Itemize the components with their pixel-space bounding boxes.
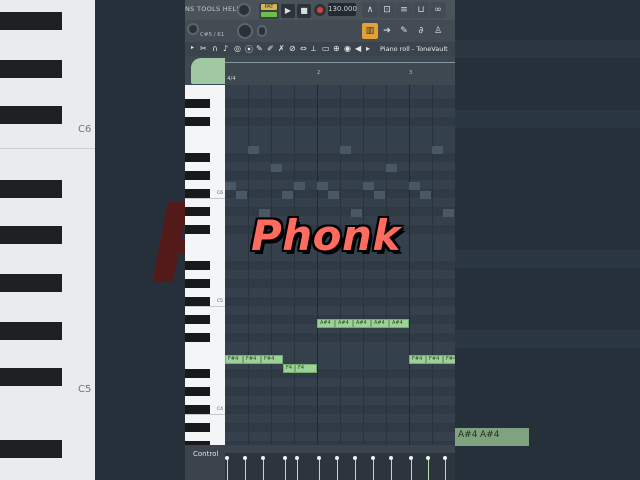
link-icon[interactable]: ∂ xyxy=(413,23,429,39)
wrench-icon[interactable]: ✂ xyxy=(200,44,207,53)
tempo-display[interactable]: 130.000 xyxy=(328,3,357,16)
note-fs4[interactable]: F#4 xyxy=(225,355,243,364)
channel-indicator xyxy=(191,58,225,84)
select-icon[interactable]: ▭ xyxy=(322,44,330,53)
note-as4[interactable]: A#4 xyxy=(389,319,409,328)
countdown-icon[interactable]: ≡ xyxy=(396,2,412,18)
background-label-c6: C6 xyxy=(78,124,92,135)
background-note: A#4 xyxy=(477,428,529,446)
playback-tool-icon[interactable]: ◉ xyxy=(344,44,351,53)
control-dropdown[interactable]: Control xyxy=(193,450,218,458)
playlist-icon[interactable]: ➔ xyxy=(379,23,395,39)
delete-icon[interactable]: ✗ xyxy=(278,44,285,53)
magnet-icon[interactable]: ∩ xyxy=(212,44,218,53)
loop-range-line xyxy=(225,62,455,63)
note-fs4[interactable]: F#4 xyxy=(261,355,283,364)
ghost-note xyxy=(409,182,420,190)
note-fs4[interactable]: F#4 xyxy=(426,355,443,364)
piano-keyboard[interactable]: C6 C5 C4 xyxy=(185,85,225,450)
note-f4[interactable]: F4 xyxy=(295,364,317,373)
ghost-note xyxy=(248,146,259,154)
ghost-note xyxy=(340,146,351,154)
overlay-title: Phonk xyxy=(251,211,401,260)
ghost-note xyxy=(443,209,454,217)
arrow-icon[interactable]: ▸ xyxy=(366,44,370,53)
mute-icon[interactable]: ⊘ xyxy=(289,44,296,53)
ghost-note xyxy=(374,191,385,199)
stamp-icon[interactable]: ⦿ xyxy=(245,44,253,55)
ghost-note xyxy=(432,146,443,154)
note-fs4[interactable]: F#4 xyxy=(443,355,455,364)
bar-marker: 2 xyxy=(317,70,321,76)
timeline-ruler[interactable]: 2 3 xyxy=(225,56,455,85)
piano-roll-title: Piano roll - ToneVault xyxy=(380,45,448,53)
speaker-icon[interactable]: ◀ xyxy=(355,44,361,53)
key-label-c5: C5 xyxy=(217,299,224,304)
note-as4[interactable]: A#4 xyxy=(353,319,371,328)
plugin-icon[interactable]: ♙ xyxy=(430,23,446,39)
pattern-song-toggle[interactable]: PAT xyxy=(259,3,279,19)
pitch-knob[interactable] xyxy=(187,23,199,35)
note-fs4[interactable]: F#4 xyxy=(409,355,426,364)
ghost-note xyxy=(236,191,247,199)
pencil-icon[interactable]: ✎ xyxy=(256,44,263,53)
song-mode-indicator xyxy=(261,12,277,17)
note-grid[interactable]: A#4 A#4 A#4 A#4 A#4 F#4 F#4 F#4 F#4 F#4 … xyxy=(225,85,455,445)
background-label-c5: C5 xyxy=(78,384,92,395)
piano-roll-icon[interactable]: ▥ xyxy=(362,23,378,39)
ghost-note xyxy=(294,182,305,190)
ghost-note xyxy=(282,191,293,199)
note-as4[interactable]: A#4 xyxy=(371,319,389,328)
piano-roll-toolbar: ▸ ✂ ∩ ♪ ◎ ⦿ ✎ ✐ ✗ ⊘ ⇔ ⟂ ▭ ⊕ ◉ ◀ ▸ Piano … xyxy=(185,42,455,56)
secondary-toolbar: C#5 / 61 ▥ ➔ ✎ ∂ ♙ xyxy=(185,20,455,42)
note-fs4[interactable]: F#4 xyxy=(243,355,261,364)
note-f4[interactable]: F4 xyxy=(283,364,295,373)
note-as4[interactable]: A#4 xyxy=(317,319,335,328)
background-piano-keys: C6 C5 xyxy=(0,0,95,480)
paint-icon[interactable]: ✐ xyxy=(267,44,274,53)
key-label-c6: C6 xyxy=(217,191,224,196)
pattern-mode-label: PAT xyxy=(261,4,277,10)
playback-icon[interactable]: ♪ xyxy=(223,44,228,53)
record-button[interactable] xyxy=(314,4,326,16)
ghost-note xyxy=(420,191,431,199)
slice-icon[interactable]: ⟂ xyxy=(311,44,316,54)
ruler-corner xyxy=(185,56,225,85)
recording-options-icon[interactable]: ⊡ xyxy=(379,2,395,18)
hint-note-readout: C#5 / 61 xyxy=(200,32,225,38)
target-icon[interactable]: ◎ xyxy=(234,44,241,53)
brush-icon[interactable]: ✎ xyxy=(396,23,412,39)
options-arrow-icon[interactable]: ▸ xyxy=(191,44,194,51)
ghost-note xyxy=(225,182,236,190)
step-edit-icon[interactable]: ⊔ xyxy=(413,2,429,18)
metronome-icon[interactable]: ∧ xyxy=(362,2,378,18)
bar-marker: 3 xyxy=(409,70,413,76)
ghost-note xyxy=(328,191,339,199)
velocity-lane[interactable] xyxy=(225,453,455,480)
microphone-icon[interactable] xyxy=(257,25,267,37)
stop-button[interactable]: ■ xyxy=(297,4,311,18)
ghost-note xyxy=(317,182,328,190)
menu-bar[interactable]: NS TOOLS HELP xyxy=(185,5,241,13)
event-editor: Control xyxy=(185,445,455,480)
key-label-c4: C4 xyxy=(217,407,224,412)
play-button[interactable]: ▶ xyxy=(281,4,295,18)
ghost-note xyxy=(271,164,282,172)
time-signature: 4/4 xyxy=(227,76,236,82)
ghost-note xyxy=(363,182,374,190)
loop-record-icon[interactable]: ∞ xyxy=(430,2,446,18)
slip-icon[interactable]: ⇔ xyxy=(300,44,307,53)
zoom-icon[interactable]: ⊕ xyxy=(333,44,340,53)
main-pitch-knob[interactable] xyxy=(237,23,253,39)
note-as4[interactable]: A#4 xyxy=(335,319,353,328)
ghost-note xyxy=(386,164,397,172)
background-note: A#4 xyxy=(455,428,477,446)
top-toolbar: NS TOOLS HELP PAT ▶ ■ 130.000 ∧ ⊡ ≡ ⊔ ∞ xyxy=(185,0,455,20)
master-volume-knob[interactable] xyxy=(237,3,251,17)
